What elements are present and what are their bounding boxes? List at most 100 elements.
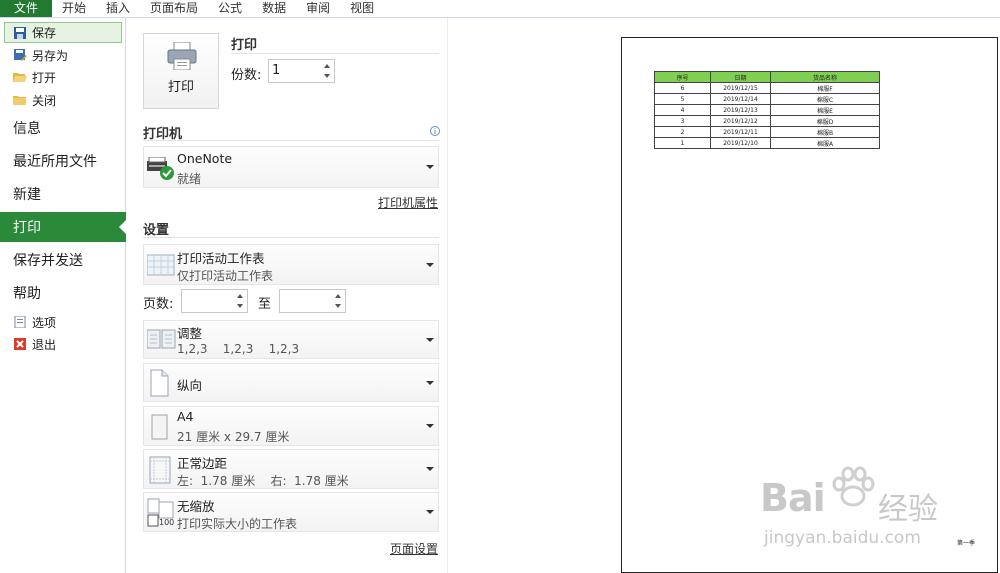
orientation-label: 纵向 (177, 378, 203, 393)
table-cell: 2019/12/14 (710, 93, 771, 105)
sidebar-item-recent[interactable]: 最近所用文件 (0, 146, 126, 176)
table-cell: 棉服B (770, 126, 880, 138)
sidebar-item-print[interactable]: 打印 (0, 212, 127, 242)
sidebar-item-info[interactable]: 信息 (0, 113, 126, 143)
settings-heading: 设置 (143, 223, 170, 238)
print-what-title: 打印活动工作表 (177, 251, 265, 266)
tab-formulas[interactable]: 公式 (208, 0, 252, 17)
sidebar-item-save-send[interactable]: 保存并发送 (0, 245, 126, 275)
table-cell: 1 (654, 137, 711, 149)
save-icon (13, 26, 27, 39)
tab-view[interactable]: 视图 (340, 0, 384, 17)
chevron-down-icon (426, 337, 434, 342)
scaling-subtitle: 打印实际大小的工作表 (177, 517, 298, 531)
sidebar-item-label: 选项 (32, 315, 57, 330)
pages-from-stepper[interactable] (181, 289, 248, 313)
margins-icon (147, 456, 173, 488)
collate-subtitle: 1,2,3 1,2,3 1,2,3 (177, 342, 300, 356)
scaling-title: 无缩放 (177, 499, 215, 514)
printer-select[interactable]: OneNote 就绪 (143, 146, 439, 188)
tab-data[interactable]: 数据 (252, 0, 296, 17)
pages-label: 页数: (143, 297, 174, 312)
printer-properties-link[interactable]: 打印机属性 (378, 194, 438, 211)
table-cell: 2019/12/15 (710, 82, 771, 94)
sidebar-item-exit[interactable]: 退出 (0, 334, 126, 354)
sidebar-item-new[interactable]: 新建 (0, 179, 126, 209)
chevron-down-icon[interactable] (324, 74, 330, 78)
sidebar-item-options[interactable]: 选项 (0, 312, 126, 332)
table-cell: 2019/12/10 (710, 137, 771, 149)
tab-insert[interactable]: 插入 (96, 0, 140, 17)
paper-subtitle: 21 厘米 x 29.7 厘米 (177, 430, 290, 444)
sidebar-item-open[interactable]: 打开 (0, 67, 126, 87)
preview-header-product: 货品名称 (770, 71, 880, 83)
baidu-paw-icon (830, 466, 876, 514)
ribbon-tab-bar: 文件 开始 插入 页面布局 公式 数据 审阅 视图 (0, 0, 1000, 18)
orientation-select[interactable]: 纵向 (143, 363, 439, 402)
backstage-sidebar: 保存 另存为 打开 关闭 信息 最近所用文件 新建 打印 保存并发送 帮助 选项… (0, 18, 127, 573)
print-preview-area: 序号 日期 货品名称 6 2019/12/15 棉服F 5 2019/12/14… (448, 18, 1000, 573)
table-cell: 3 (654, 115, 711, 127)
chevron-up-icon[interactable] (324, 64, 330, 68)
sidebar-item-save[interactable]: 保存 (4, 22, 122, 43)
sidebar-item-help[interactable]: 帮助 (0, 278, 126, 308)
pages-to-stepper[interactable] (279, 289, 346, 313)
sidebar-item-save-as[interactable]: 另存为 (0, 45, 126, 65)
no-scaling-icon: 100 (147, 498, 177, 532)
copies-value: 1 (272, 63, 281, 78)
print-button[interactable]: 打印 (143, 33, 219, 109)
table-cell: 棉服C (770, 93, 880, 105)
copies-stepper[interactable]: 1 (268, 59, 335, 83)
sidebar-item-label: 关闭 (32, 93, 57, 108)
save-as-icon (13, 49, 27, 61)
paper-size-select[interactable]: A4 21 厘米 x 29.7 厘米 (143, 406, 439, 446)
chevron-down-icon (426, 424, 434, 428)
table-row: 3 2019/12/12 棉服D (654, 115, 880, 127)
chevron-up-icon[interactable] (237, 294, 243, 298)
print-what-subtitle: 仅打印活动工作表 (177, 269, 274, 283)
preview-header-index: 序号 (654, 71, 711, 83)
tab-page-layout[interactable]: 页面布局 (140, 0, 208, 17)
table-cell: 5 (654, 93, 711, 105)
folder-open-icon (13, 71, 27, 83)
preview-footer: 第一季 (956, 540, 975, 547)
chevron-down-icon[interactable] (335, 304, 341, 308)
chevron-down-icon (426, 510, 434, 514)
collate-title: 调整 (177, 326, 203, 341)
sidebar-item-label: 退出 (32, 337, 57, 352)
watermark-brand: Bai (760, 476, 826, 520)
sidebar-item-label: 打开 (32, 70, 57, 85)
margins-select[interactable]: 正常边距 左: 1.78 厘米 右: 1.78 厘米 (143, 449, 439, 489)
collate-icon (146, 328, 177, 354)
sidebar-item-close[interactable]: 关闭 (0, 90, 126, 110)
chevron-down-icon (426, 380, 434, 385)
divider (231, 53, 439, 54)
tab-home[interactable]: 开始 (52, 0, 96, 17)
info-icon[interactable] (430, 121, 440, 140)
table-cell: 2019/12/11 (710, 126, 771, 138)
page-setup-link[interactable]: 页面设置 (390, 540, 438, 557)
print-what-select[interactable]: 打印活动工作表 仅打印活动工作表 (143, 244, 439, 285)
print-button-label: 打印 (167, 80, 194, 95)
printer-name: OneNote (177, 151, 233, 166)
sidebar-item-label: 另存为 (32, 48, 69, 63)
folder-close-icon (13, 94, 27, 106)
table-row: 5 2019/12/14 棉服C (654, 93, 880, 105)
printer-status: 就绪 (177, 172, 202, 186)
chevron-down-icon (426, 262, 434, 267)
copies-label: 份数: (231, 68, 262, 83)
watermark-url: jingyan.baidu.com (764, 528, 921, 548)
paper-title: A4 (177, 409, 194, 424)
chevron-down-icon (426, 467, 434, 471)
collate-select[interactable]: 调整 1,2,3 1,2,3 1,2,3 (143, 320, 439, 359)
tab-file[interactable]: 文件 (0, 0, 52, 17)
chevron-down-icon (426, 165, 434, 169)
preview-header-date: 日期 (710, 71, 771, 83)
chevron-down-icon[interactable] (237, 304, 243, 308)
table-cell: 6 (654, 82, 711, 94)
scaling-select[interactable]: 100 无缩放 打印实际大小的工作表 (143, 492, 439, 532)
tab-review[interactable]: 审阅 (296, 0, 340, 17)
table-cell: 2019/12/12 (710, 115, 771, 127)
table-cell: 2 (654, 126, 711, 138)
chevron-up-icon[interactable] (335, 294, 341, 298)
